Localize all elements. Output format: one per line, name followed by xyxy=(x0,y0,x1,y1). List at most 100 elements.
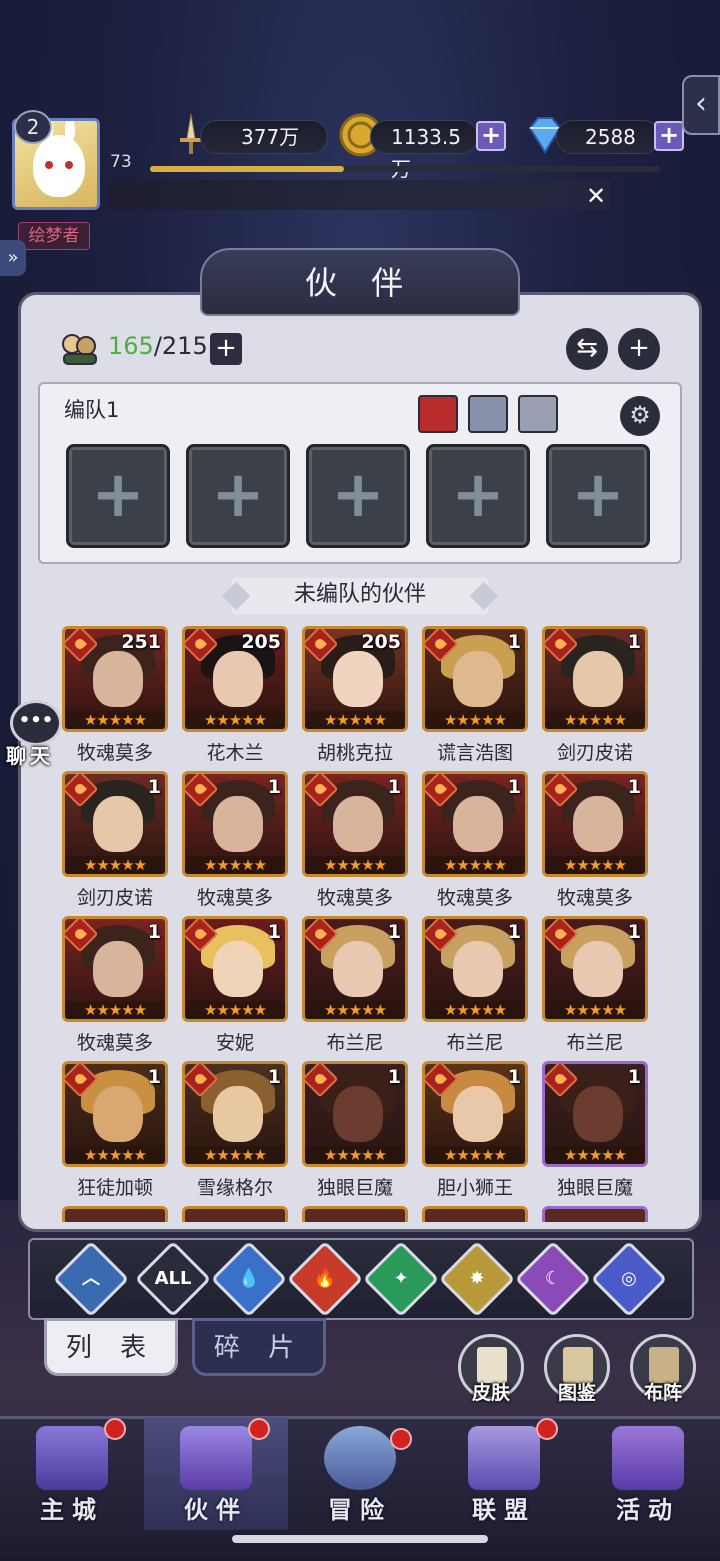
power-value: 377万 xyxy=(241,125,300,149)
hero-card[interactable]: 251 ★★★★★ 牧魂莫多 xyxy=(62,626,168,765)
chat-label: 聊天 xyxy=(6,744,54,768)
team-slot-2[interactable]: + xyxy=(186,444,290,548)
nav-city-label: 主城 xyxy=(40,1495,104,1524)
hero-card-partial[interactable] xyxy=(182,1206,288,1222)
skin-button[interactable]: 皮肤 xyxy=(458,1334,524,1404)
hero-stars: ★★★★★ xyxy=(65,711,165,729)
formation-button[interactable]: 布阵 xyxy=(630,1334,696,1404)
hero-card[interactable]: 1 ★★★★★ 牧魂莫多 xyxy=(422,771,528,910)
tab-shards[interactable]: 碎 片 xyxy=(192,1318,326,1376)
hero-name: 剑刃皮诺 xyxy=(76,887,153,909)
hero-card[interactable]: 1 ★★★★★ 布兰尼 xyxy=(542,916,648,1055)
close-icon[interactable]: ✕ xyxy=(586,182,606,210)
partner-count: 165/215 xyxy=(108,332,208,360)
hero-face xyxy=(453,796,503,852)
hero-card[interactable]: 1 ★★★★★ 牧魂莫多 xyxy=(62,916,168,1055)
home-indicator[interactable] xyxy=(232,1535,488,1543)
hero-stars: ★★★★★ xyxy=(185,1001,285,1019)
hero-name: 谎言浩图 xyxy=(436,742,513,764)
hero-name: 牧魂莫多 xyxy=(556,887,633,909)
hero-card-partial[interactable] xyxy=(542,1206,648,1222)
hero-stars: ★★★★★ xyxy=(305,1146,405,1164)
hero-name: 布兰尼 xyxy=(326,1032,384,1054)
gear-icon[interactable]: ⚙ xyxy=(620,396,660,436)
hero-card[interactable]: 1 ★★★★★ 剑刃皮诺 xyxy=(62,771,168,910)
hero-level: 1 xyxy=(147,776,161,798)
hero-card[interactable]: 1 ★★★★★ 牧魂莫多 xyxy=(542,771,648,910)
add-gold-button[interactable]: + xyxy=(476,121,506,151)
hero-card[interactable]: 1 ★★★★★ 狂徒加顿 xyxy=(62,1061,168,1200)
hero-name: 安妮 xyxy=(215,1032,254,1054)
hero-card[interactable]: 1 ★★★★★ 牧魂莫多 xyxy=(302,771,408,910)
hero-card[interactable]: 1 ★★★★★ 胆小狮王 xyxy=(422,1061,528,1200)
hero-portrait-frame xyxy=(302,1206,408,1222)
hero-face xyxy=(333,1086,383,1142)
formation-grid-icon[interactable] xyxy=(468,395,508,433)
hero-stars: ★★★★★ xyxy=(305,856,405,874)
hero-level: 1 xyxy=(507,776,521,798)
hero-card-partial[interactable] xyxy=(302,1206,408,1222)
hero-level: 1 xyxy=(147,1066,161,1088)
hero-level: 1 xyxy=(627,1066,641,1088)
add-diamond-button[interactable]: + xyxy=(654,121,684,151)
nav-partner-label: 伙伴 xyxy=(184,1495,248,1524)
hero-card[interactable]: 1 ★★★★★ 安妮 xyxy=(182,916,288,1055)
cards-icon xyxy=(612,1426,684,1490)
hero-card[interactable]: 1 ★★★★★ 布兰尼 xyxy=(302,916,408,1055)
hero-card[interactable]: 1 ★★★★★ 牧魂莫多 xyxy=(182,771,288,910)
formation-red-icon[interactable] xyxy=(418,395,458,433)
swap-icon[interactable]: ⇆ xyxy=(566,328,608,370)
hero-stars: ★★★★★ xyxy=(185,856,285,874)
gold-value: 1133.5万 xyxy=(391,125,461,181)
expand-capacity-button[interactable]: + xyxy=(210,333,242,365)
expand-left-icon[interactable]: » xyxy=(0,240,26,276)
hero-level: 1 xyxy=(387,776,401,798)
hero-portrait-frame: 1 ★★★★★ xyxy=(62,916,168,1022)
hero-card-partial[interactable] xyxy=(62,1206,168,1222)
hero-card[interactable]: 1 ★★★★★ 布兰尼 xyxy=(422,916,528,1055)
message-bar[interactable] xyxy=(110,180,610,210)
nav-events-label: 活动 xyxy=(616,1495,680,1524)
hero-portrait-frame: 205 ★★★★★ xyxy=(182,626,288,732)
tab-list[interactable]: 列 表 xyxy=(44,1318,178,1376)
formation-grid-alt-icon[interactable] xyxy=(518,395,558,433)
hero-portrait-frame: 1 ★★★★★ xyxy=(62,1061,168,1167)
eye-icon xyxy=(45,161,53,169)
hero-name: 牧魂莫多 xyxy=(196,887,273,909)
team-slot-3[interactable]: + xyxy=(306,444,410,548)
compass-icon xyxy=(324,1426,396,1490)
hero-level: 1 xyxy=(627,631,641,653)
hero-card[interactable]: 1 ★★★★★ 独眼巨魔 xyxy=(302,1061,408,1200)
hero-portrait-frame: 1 ★★★★★ xyxy=(302,916,408,1022)
hero-card-partial[interactable] xyxy=(422,1206,528,1222)
power-bar: 377万 xyxy=(200,120,328,154)
hero-face xyxy=(213,651,263,707)
nav-events[interactable]: 活动 xyxy=(576,1418,720,1530)
hero-level: 1 xyxy=(267,776,281,798)
hero-card[interactable]: 205 ★★★★★ 胡桃克拉 xyxy=(302,626,408,765)
team-slot-5[interactable]: + xyxy=(546,444,650,548)
team-slot-4[interactable]: + xyxy=(426,444,530,548)
hero-portrait-frame: 1 ★★★★★ xyxy=(182,916,288,1022)
hero-card[interactable]: 205 ★★★★★ 花木兰 xyxy=(182,626,288,765)
hero-card[interactable]: 1 ★★★★★ 雪缘格尔 xyxy=(182,1061,288,1200)
diamond-bar: 2588 xyxy=(556,120,660,154)
filter-all-label: ALL xyxy=(154,1268,192,1289)
hero-stars: ★★★★★ xyxy=(425,1146,525,1164)
formation-label: 布阵 xyxy=(643,1382,682,1404)
hero-level: 1 xyxy=(507,921,521,943)
codex-button[interactable]: 图鉴 xyxy=(544,1334,610,1404)
add-icon[interactable]: + xyxy=(618,328,660,370)
hero-card[interactable]: 1 ★★★★★ 独眼巨魔 xyxy=(542,1061,648,1200)
team-slot-1[interactable]: + xyxy=(66,444,170,548)
player-title[interactable]: 绘梦者 xyxy=(18,222,90,250)
hero-portrait-frame: 251 ★★★★★ xyxy=(62,626,168,732)
hero-stars: ★★★★★ xyxy=(65,1146,165,1164)
hero-portrait-frame: 1 ★★★★★ xyxy=(422,626,528,732)
chat-button[interactable]: ••• 聊天 xyxy=(6,700,66,770)
hero-name: 牧魂莫多 xyxy=(316,887,393,909)
hero-card[interactable]: 1 ★★★★★ 剑刃皮诺 xyxy=(542,626,648,765)
notification-dot xyxy=(390,1428,412,1450)
hero-card[interactable]: 1 ★★★★★ 谎言浩图 xyxy=(422,626,528,765)
collapse-arrow-icon[interactable]: ‹ xyxy=(682,75,720,135)
